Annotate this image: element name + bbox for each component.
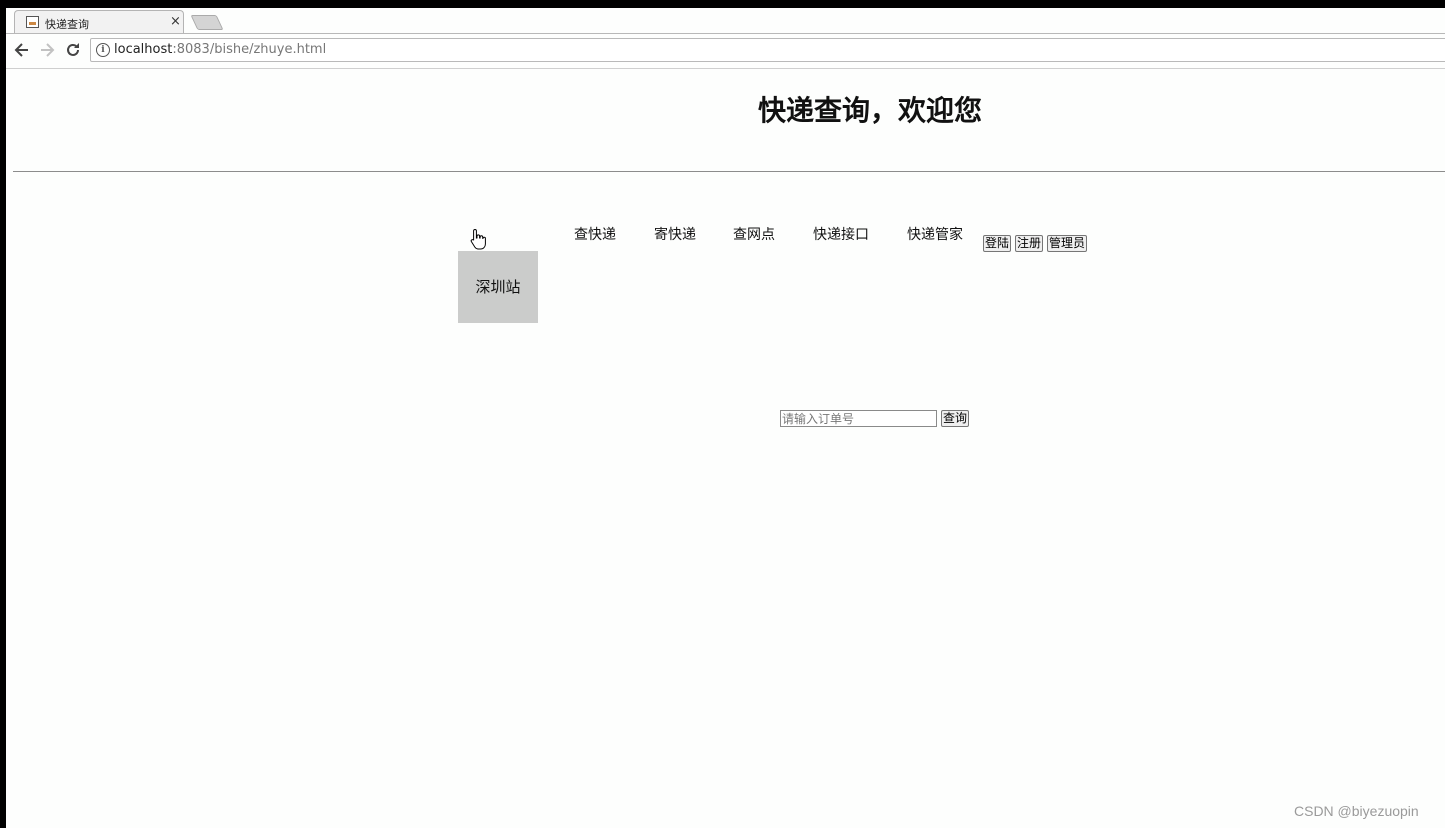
browser-tab[interactable]: 快递查询 × [14, 10, 184, 34]
page-title: 快递查询，欢迎您 [758, 94, 983, 127]
favicon-icon [26, 16, 39, 28]
login-button[interactable]: 登陆 [983, 235, 1011, 252]
forward-arrow-icon[interactable] [37, 40, 57, 60]
back-arrow-icon[interactable] [12, 40, 32, 60]
nav-link-manager[interactable]: 快递管家 [907, 224, 963, 244]
register-button[interactable]: 注册 [1015, 235, 1043, 252]
browser-toolbar: i localhost:8083/bishe/zhuye.html [6, 34, 1445, 69]
reload-icon[interactable] [63, 40, 83, 60]
nav-link-track[interactable]: 查快递 [574, 224, 616, 244]
new-tab-button[interactable] [190, 15, 224, 30]
admin-button[interactable]: 管理员 [1047, 235, 1087, 252]
tab-strip: 快递查询 × [6, 8, 1445, 34]
tab-close-icon[interactable]: × [170, 14, 181, 29]
watermark: CSDN @biyezuopin [1294, 803, 1419, 819]
station-box[interactable]: 深圳站 [458, 251, 538, 323]
query-button[interactable]: 查询 [941, 410, 969, 427]
info-icon[interactable]: i [96, 43, 110, 57]
url-text: localhost:8083/bishe/zhuye.html [114, 42, 326, 57]
nav-link-outlets[interactable]: 查网点 [733, 224, 775, 244]
url-host: localhost [114, 42, 173, 57]
nav-link-api[interactable]: 快递接口 [813, 224, 869, 244]
hand-cursor-icon [470, 228, 486, 250]
browser-window: 快递查询 × i localhost:8083/bishe/zhuye.html… [6, 8, 1445, 828]
address-bar[interactable]: i localhost:8083/bishe/zhuye.html [90, 38, 1445, 62]
tab-title: 快递查询 [45, 18, 89, 31]
header-divider [13, 171, 1445, 172]
order-number-input[interactable] [780, 410, 937, 427]
url-path: :8083/bishe/zhuye.html [172, 42, 327, 57]
nav-link-send[interactable]: 寄快递 [654, 224, 696, 244]
